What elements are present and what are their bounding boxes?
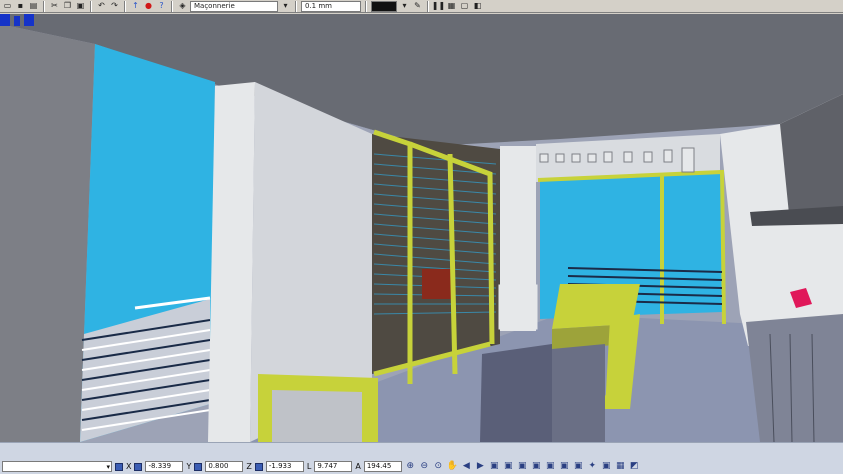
view-tool-icon-1[interactable]: ▣	[489, 461, 500, 472]
pan-hand-icon[interactable]: ✋	[447, 461, 458, 472]
view-tool-icon-7[interactable]: ▣	[573, 461, 584, 472]
view-tool-icon-5[interactable]: ▣	[545, 461, 556, 472]
island-body-side	[552, 344, 605, 442]
z-lock-icon[interactable]	[254, 462, 263, 471]
z-coordinate-field[interactable]: -1.933	[265, 461, 304, 472]
layer-icon[interactable]: ◈	[177, 1, 188, 12]
status-bar: ▾ X -8.339 Y 0.800 Z -1.933 L 9.747 A 19…	[0, 442, 843, 474]
stop-icon[interactable]: ●	[143, 1, 154, 12]
settings-view-icon[interactable]: ◩	[629, 461, 640, 472]
layer-dropdown-arrow-icon[interactable]: ▾	[280, 1, 291, 12]
view-tool-icon-4[interactable]: ▣	[531, 461, 542, 472]
zoom-in-icon[interactable]: ⊕	[405, 461, 416, 472]
paste-icon[interactable]: ▣	[75, 1, 86, 12]
angle-field[interactable]: 194.45	[363, 461, 402, 472]
toolbar-separator	[171, 0, 173, 12]
save-icon[interactable]: ▪	[15, 1, 26, 12]
angle-label: A	[355, 462, 361, 471]
tool-icon[interactable]: ◧	[472, 1, 483, 12]
window-icon[interactable]: ▢	[459, 1, 470, 12]
x-coordinate-field[interactable]: -8.339	[145, 461, 184, 472]
dropdown-arrow-icon: ▾	[106, 463, 110, 471]
view-tool-icon-2[interactable]: ▣	[503, 461, 514, 472]
undo-icon[interactable]: ↶	[96, 1, 107, 12]
layer-view-icon[interactable]: ▦	[615, 461, 626, 472]
toolbar-separator	[43, 0, 45, 12]
3d-scene	[0, 14, 843, 442]
open-icon[interactable]: ▭	[2, 1, 13, 12]
pen-color-swatch[interactable]	[371, 0, 397, 12]
y-coordinate-field[interactable]: 0.800	[205, 461, 244, 472]
line-weight-field[interactable]: 0.1 mm	[301, 0, 361, 12]
toolbar-separator	[90, 0, 92, 12]
pen-tool-icon[interactable]: ✎	[412, 1, 423, 12]
white-column-front	[208, 82, 255, 442]
next-view-icon[interactable]: ▶	[475, 461, 486, 472]
copy-icon[interactable]: ❐	[62, 1, 73, 12]
pen-color-dropdown-icon[interactable]: ▾	[399, 1, 410, 12]
view-dropdown[interactable]: ▾	[2, 461, 112, 472]
length-label: L	[306, 462, 312, 471]
help-icon[interactable]: ?	[156, 1, 167, 12]
x-relative-icon[interactable]	[134, 462, 143, 471]
render-icon[interactable]: ✦	[587, 461, 598, 472]
back-column	[500, 146, 536, 331]
zoom-window-icon[interactable]: ⊙	[433, 461, 444, 472]
y-label: Y	[186, 462, 192, 471]
sky-opening-rear-right	[664, 172, 722, 314]
main-toolbar: ▭ ▪ ▤ ✂ ❐ ▣ ↶ ↷ ↑ ● ? ◈ Maçonnerie ▾ 0.1…	[0, 0, 843, 13]
z-label: Z	[246, 462, 252, 471]
view-tool-icon-6[interactable]: ▣	[559, 461, 570, 472]
left-wall	[0, 24, 95, 442]
layer-dropdown[interactable]: Maçonnerie	[190, 0, 278, 12]
redo-icon[interactable]: ↷	[109, 1, 120, 12]
toolbar-separator	[365, 0, 367, 12]
toolbar-separator	[295, 0, 297, 12]
x-label: X	[126, 462, 132, 471]
view-tool-icon-8[interactable]: ▣	[601, 461, 612, 472]
view-tool-icon-3[interactable]: ▣	[517, 461, 528, 472]
foreground-yellow-bench	[258, 374, 378, 442]
zoom-out-icon[interactable]: ⊖	[419, 461, 430, 472]
x-lock-icon[interactable]	[115, 462, 123, 471]
kitchen-counter	[746, 314, 843, 442]
island-body-dark	[480, 344, 552, 442]
cut-icon[interactable]: ✂	[49, 1, 60, 12]
y-lock-icon[interactable]	[194, 462, 203, 471]
print-icon[interactable]: ▤	[28, 1, 39, 12]
red-object-behind-glass	[422, 269, 452, 299]
grid-icon[interactable]: ▦	[446, 1, 457, 12]
navigation-cube-icon[interactable]	[0, 14, 40, 28]
pointer-icon[interactable]: ↑	[130, 1, 141, 12]
length-field[interactable]: 9.747	[314, 461, 353, 472]
toolbar-separator	[124, 0, 126, 12]
coordinate-bar: ▾ X -8.339 Y 0.800 Z -1.933 L 9.747 A 19…	[0, 460, 640, 473]
previous-view-icon[interactable]: ◀	[461, 461, 472, 472]
pause-icon[interactable]: ❚❚	[432, 1, 445, 12]
toolbar-separator	[427, 0, 429, 12]
3d-viewport[interactable]	[0, 14, 843, 442]
